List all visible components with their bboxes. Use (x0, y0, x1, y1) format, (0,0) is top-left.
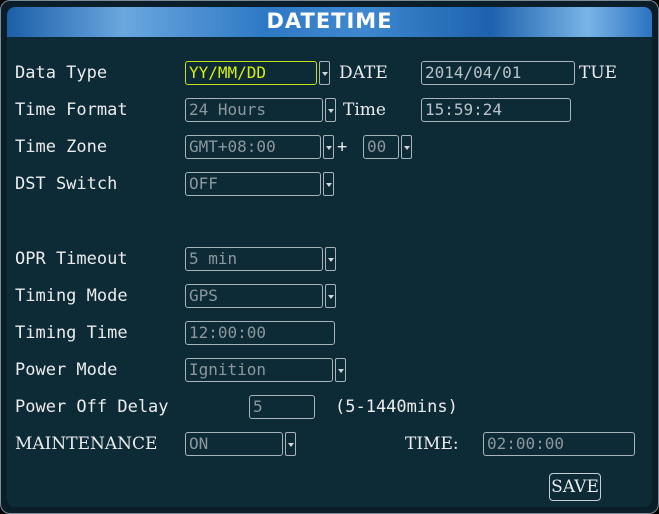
timing-time-field[interactable]: 12:00:00 (185, 321, 335, 345)
chevron-down-icon[interactable] (325, 98, 336, 122)
time-zone-select[interactable]: GMT+08:00 (185, 135, 321, 159)
datetime-settings-panel: Data Type YY/MM/DD DATE 2014/04/01 TUE T… (7, 37, 652, 507)
window-title: DATETIME (266, 9, 393, 33)
chevron-down-icon[interactable] (401, 135, 412, 159)
timing-mode-label: Timing Mode (15, 286, 128, 306)
chevron-down-icon[interactable] (285, 432, 296, 456)
weekday-text: TUE (579, 63, 618, 83)
power-off-delay-label: Power Off Delay (15, 397, 169, 417)
chevron-down-icon[interactable] (319, 61, 330, 85)
power-mode-select[interactable]: Ignition (185, 358, 333, 382)
chevron-down-icon[interactable] (335, 358, 346, 382)
timing-time-label: Timing Time (15, 323, 128, 343)
power-mode-label: Power Mode (15, 360, 118, 380)
save-button[interactable]: SAVE (549, 473, 601, 501)
maintenance-label: MAINTENANCE (15, 434, 158, 454)
time-format-label: Time Format (15, 100, 128, 120)
chevron-down-icon[interactable] (325, 247, 336, 271)
date-label: DATE (339, 63, 388, 83)
time-zone-label: Time Zone (15, 137, 108, 157)
opr-timeout-select[interactable]: 5 min (185, 247, 323, 271)
data-type-select[interactable]: YY/MM/DD (185, 61, 317, 85)
dst-switch-label: DST Switch (15, 174, 118, 194)
maintenance-select[interactable]: ON (185, 432, 283, 456)
timing-mode-select[interactable]: GPS (185, 284, 323, 308)
chevron-down-icon[interactable] (325, 284, 336, 308)
chevron-down-icon[interactable] (323, 135, 334, 159)
title-bar: DATETIME (7, 7, 652, 37)
chevron-down-icon[interactable] (323, 172, 334, 196)
power-off-delay-field[interactable]: 5 (249, 395, 315, 419)
timezone-sign: + (337, 137, 348, 157)
maintenance-time-label: TIME: (405, 434, 459, 454)
maintenance-time-field[interactable]: 02:00:00 (483, 432, 635, 456)
dst-switch-select[interactable]: OFF (185, 172, 321, 196)
data-type-label: Data Type (15, 63, 108, 83)
time-field[interactable]: 15:59:24 (421, 98, 571, 122)
opr-timeout-label: OPR Timeout (15, 249, 128, 269)
settings-window: DATETIME Data Type YY/MM/DD DATE 2014/04… (0, 0, 659, 514)
time-format-select[interactable]: 24 Hours (185, 98, 323, 122)
time-zone-minutes-select[interactable]: 00 (363, 135, 399, 159)
power-off-delay-range-hint: (5-1440mins) (335, 397, 458, 417)
date-field[interactable]: 2014/04/01 (421, 61, 575, 85)
time-label: Time (343, 100, 386, 120)
